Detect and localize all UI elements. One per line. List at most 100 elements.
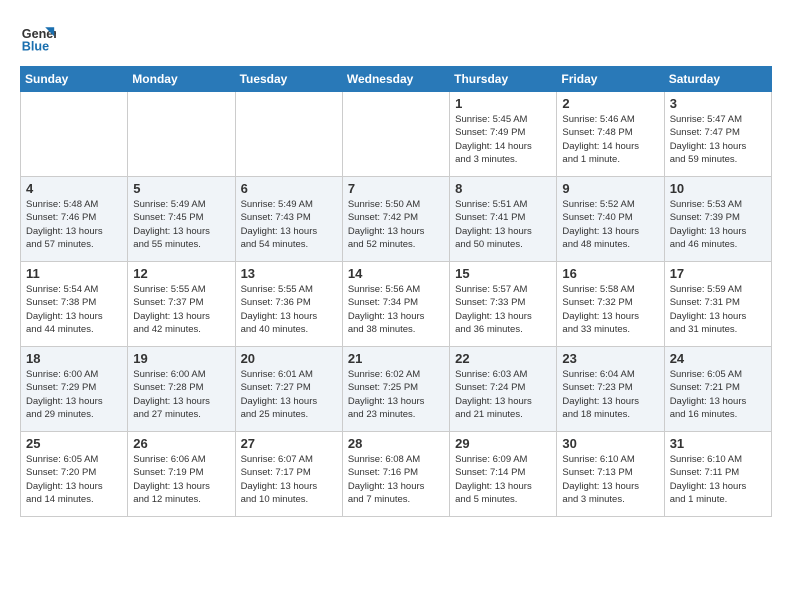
day-cell-3-5: 15 Sunrise: 5:57 AM Sunset: 7:33 PM Dayli… [450, 262, 557, 347]
day-info: Sunrise: 6:10 AM Sunset: 7:11 PM Dayligh… [670, 453, 766, 506]
day-info: Sunrise: 5:47 AM Sunset: 7:47 PM Dayligh… [670, 113, 766, 166]
day-info: Sunrise: 6:07 AM Sunset: 7:17 PM Dayligh… [241, 453, 337, 506]
day-number: 5 [133, 181, 229, 196]
day-cell-5-3: 27 Sunrise: 6:07 AM Sunset: 7:17 PM Dayli… [235, 432, 342, 517]
day-number: 4 [26, 181, 122, 196]
weekday-header-saturday: Saturday [664, 67, 771, 92]
day-cell-3-4: 14 Sunrise: 5:56 AM Sunset: 7:34 PM Dayli… [342, 262, 449, 347]
day-cell-4-7: 24 Sunrise: 6:05 AM Sunset: 7:21 PM Dayli… [664, 347, 771, 432]
day-info: Sunrise: 5:54 AM Sunset: 7:38 PM Dayligh… [26, 283, 122, 336]
day-cell-4-3: 20 Sunrise: 6:01 AM Sunset: 7:27 PM Dayli… [235, 347, 342, 432]
day-number: 2 [562, 96, 658, 111]
day-number: 27 [241, 436, 337, 451]
day-number: 28 [348, 436, 444, 451]
day-number: 17 [670, 266, 766, 281]
day-cell-2-3: 6Sunrise: 5:49 AM Sunset: 7:43 PM Daylig… [235, 177, 342, 262]
day-info: Sunrise: 5:52 AM Sunset: 7:40 PM Dayligh… [562, 198, 658, 251]
day-number: 10 [670, 181, 766, 196]
day-info: Sunrise: 6:05 AM Sunset: 7:21 PM Dayligh… [670, 368, 766, 421]
day-number: 12 [133, 266, 229, 281]
day-number: 7 [348, 181, 444, 196]
weekday-header-thursday: Thursday [450, 67, 557, 92]
day-info: Sunrise: 5:57 AM Sunset: 7:33 PM Dayligh… [455, 283, 551, 336]
page-header: General Blue [20, 20, 772, 56]
day-number: 6 [241, 181, 337, 196]
weekday-header-tuesday: Tuesday [235, 67, 342, 92]
day-cell-5-6: 30 Sunrise: 6:10 AM Sunset: 7:13 PM Dayli… [557, 432, 664, 517]
day-cell-5-4: 28 Sunrise: 6:08 AM Sunset: 7:16 PM Dayli… [342, 432, 449, 517]
day-number: 21 [348, 351, 444, 366]
day-info: Sunrise: 5:51 AM Sunset: 7:41 PM Dayligh… [455, 198, 551, 251]
day-cell-2-4: 7 Sunrise: 5:50 AM Sunset: 7:42 PM Daylig… [342, 177, 449, 262]
week-row-2: 4 Sunrise: 5:48 AM Sunset: 7:46 PM Daylig… [21, 177, 772, 262]
logo-icon: General Blue [20, 20, 56, 56]
logo: General Blue [20, 20, 56, 56]
weekday-header-monday: Monday [128, 67, 235, 92]
day-cell-1-2 [128, 92, 235, 177]
day-info: Sunrise: 6:08 AM Sunset: 7:16 PM Dayligh… [348, 453, 444, 506]
day-cell-5-5: 29 Sunrise: 6:09 AM Sunset: 7:14 PM Dayli… [450, 432, 557, 517]
day-cell-2-6: 9 Sunrise: 5:52 AM Sunset: 7:40 PM Daylig… [557, 177, 664, 262]
day-info: Sunrise: 5:46 AM Sunset: 7:48 PM Dayligh… [562, 113, 658, 166]
day-info: Sunrise: 5:58 AM Sunset: 7:32 PM Dayligh… [562, 283, 658, 336]
day-cell-2-1: 4 Sunrise: 5:48 AM Sunset: 7:46 PM Daylig… [21, 177, 128, 262]
day-number: 24 [670, 351, 766, 366]
weekday-header-wednesday: Wednesday [342, 67, 449, 92]
day-cell-5-1: 25Sunrise: 6:05 AM Sunset: 7:20 PM Dayli… [21, 432, 128, 517]
day-cell-1-1 [21, 92, 128, 177]
day-cell-4-1: 18Sunrise: 6:00 AM Sunset: 7:29 PM Dayli… [21, 347, 128, 432]
svg-text:Blue: Blue [22, 40, 49, 54]
day-cell-3-7: 17 Sunrise: 5:59 AM Sunset: 7:31 PM Dayli… [664, 262, 771, 347]
day-number: 25 [26, 436, 122, 451]
day-cell-3-6: 16Sunrise: 5:58 AM Sunset: 7:32 PM Dayli… [557, 262, 664, 347]
day-number: 1 [455, 96, 551, 111]
day-cell-2-5: 8 Sunrise: 5:51 AM Sunset: 7:41 PM Daylig… [450, 177, 557, 262]
day-cell-3-3: 13 Sunrise: 5:55 AM Sunset: 7:36 PM Dayli… [235, 262, 342, 347]
day-info: Sunrise: 5:55 AM Sunset: 7:37 PM Dayligh… [133, 283, 229, 336]
day-info: Sunrise: 5:59 AM Sunset: 7:31 PM Dayligh… [670, 283, 766, 336]
day-cell-4-4: 21 Sunrise: 6:02 AM Sunset: 7:25 PM Dayli… [342, 347, 449, 432]
day-number: 23 [562, 351, 658, 366]
day-info: Sunrise: 5:55 AM Sunset: 7:36 PM Dayligh… [241, 283, 337, 336]
day-number: 26 [133, 436, 229, 451]
day-info: Sunrise: 6:10 AM Sunset: 7:13 PM Dayligh… [562, 453, 658, 506]
day-info: Sunrise: 5:45 AM Sunset: 7:49 PM Dayligh… [455, 113, 551, 166]
day-number: 9 [562, 181, 658, 196]
day-number: 29 [455, 436, 551, 451]
day-cell-4-2: 19 Sunrise: 6:00 AM Sunset: 7:28 PM Dayli… [128, 347, 235, 432]
calendar-table: SundayMondayTuesdayWednesdayThursdayFrid… [20, 66, 772, 517]
day-cell-1-7: 3 Sunrise: 5:47 AM Sunset: 7:47 PM Daylig… [664, 92, 771, 177]
weekday-header-friday: Friday [557, 67, 664, 92]
day-cell-1-4 [342, 92, 449, 177]
day-number: 11 [26, 266, 122, 281]
day-info: Sunrise: 6:03 AM Sunset: 7:24 PM Dayligh… [455, 368, 551, 421]
day-number: 8 [455, 181, 551, 196]
day-cell-4-6: 23 Sunrise: 6:04 AM Sunset: 7:23 PM Dayli… [557, 347, 664, 432]
weekday-header-row: SundayMondayTuesdayWednesdayThursdayFrid… [21, 67, 772, 92]
week-row-1: 1 Sunrise: 5:45 AM Sunset: 7:49 PM Daylig… [21, 92, 772, 177]
day-cell-2-7: 10 Sunrise: 5:53 AM Sunset: 7:39 PM Dayli… [664, 177, 771, 262]
day-info: Sunrise: 6:01 AM Sunset: 7:27 PM Dayligh… [241, 368, 337, 421]
day-number: 19 [133, 351, 229, 366]
day-info: Sunrise: 5:48 AM Sunset: 7:46 PM Dayligh… [26, 198, 122, 251]
day-info: Sunrise: 6:00 AM Sunset: 7:28 PM Dayligh… [133, 368, 229, 421]
day-number: 20 [241, 351, 337, 366]
day-info: Sunrise: 6:09 AM Sunset: 7:14 PM Dayligh… [455, 453, 551, 506]
day-info: Sunrise: 5:53 AM Sunset: 7:39 PM Dayligh… [670, 198, 766, 251]
day-number: 30 [562, 436, 658, 451]
day-cell-3-2: 12 Sunrise: 5:55 AM Sunset: 7:37 PM Dayli… [128, 262, 235, 347]
day-info: Sunrise: 6:04 AM Sunset: 7:23 PM Dayligh… [562, 368, 658, 421]
calendar-body: 1 Sunrise: 5:45 AM Sunset: 7:49 PM Daylig… [21, 92, 772, 517]
day-info: Sunrise: 5:56 AM Sunset: 7:34 PM Dayligh… [348, 283, 444, 336]
day-cell-5-7: 31Sunrise: 6:10 AM Sunset: 7:11 PM Dayli… [664, 432, 771, 517]
day-number: 13 [241, 266, 337, 281]
day-number: 14 [348, 266, 444, 281]
day-info: Sunrise: 5:50 AM Sunset: 7:42 PM Dayligh… [348, 198, 444, 251]
day-info: Sunrise: 6:00 AM Sunset: 7:29 PM Dayligh… [26, 368, 122, 421]
day-cell-2-2: 5Sunrise: 5:49 AM Sunset: 7:45 PM Daylig… [128, 177, 235, 262]
week-row-3: 11 Sunrise: 5:54 AM Sunset: 7:38 PM Dayli… [21, 262, 772, 347]
day-cell-1-6: 2 Sunrise: 5:46 AM Sunset: 7:48 PM Daylig… [557, 92, 664, 177]
day-number: 15 [455, 266, 551, 281]
day-number: 3 [670, 96, 766, 111]
day-info: Sunrise: 6:02 AM Sunset: 7:25 PM Dayligh… [348, 368, 444, 421]
